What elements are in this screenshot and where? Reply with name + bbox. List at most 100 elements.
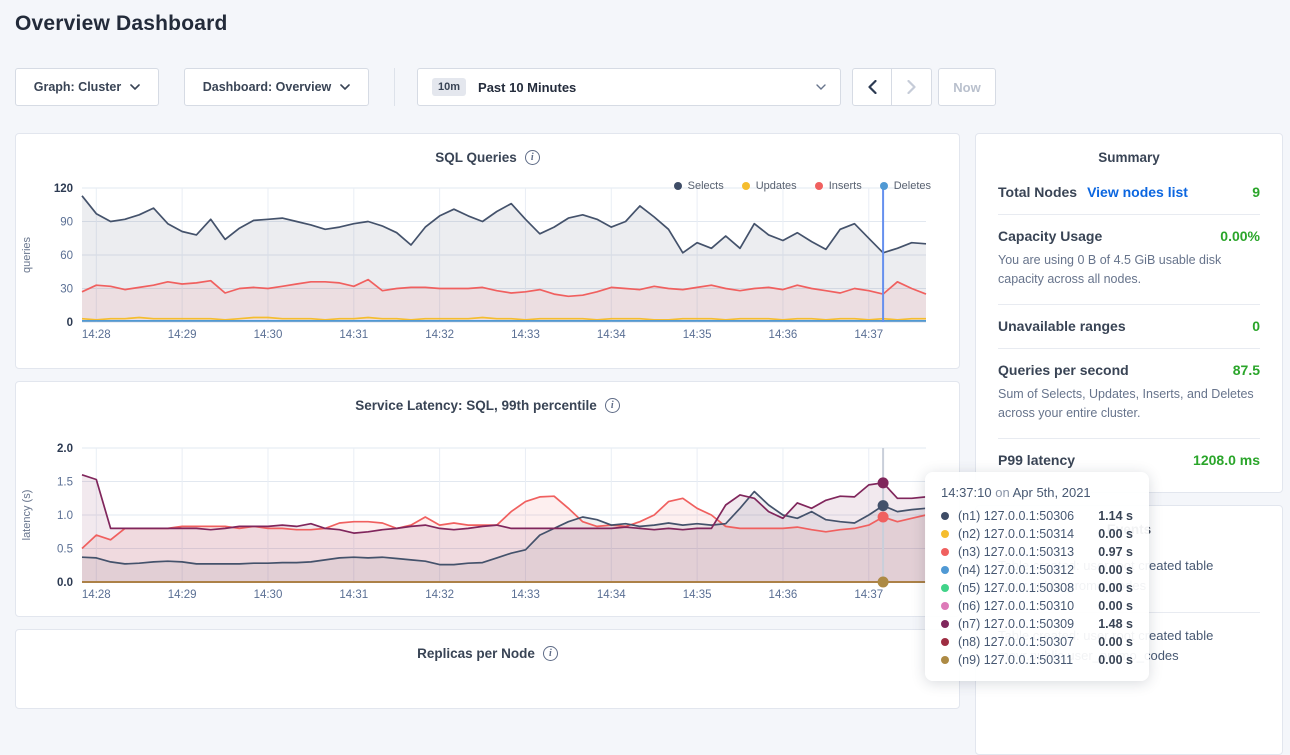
dashboard-dropdown-label: Dashboard: Overview [203, 80, 332, 94]
tooltip-node-label: (n1) 127.0.0.1:50306 [958, 509, 1098, 523]
info-icon[interactable] [525, 150, 540, 165]
time-range-badge: 10m [432, 78, 466, 96]
info-icon[interactable] [543, 646, 558, 661]
legend-label: Inserts [829, 180, 862, 192]
summary-row-description: Sum of Selects, Updates, Inserts, and De… [998, 385, 1260, 424]
legend-item: Deletes [880, 180, 931, 192]
graph-dropdown-label: Graph: Cluster [34, 80, 122, 94]
tooltip-node-value: 0.00 s [1098, 581, 1133, 595]
legend-item: Inserts [815, 180, 862, 192]
chevron-down-icon [340, 84, 350, 90]
service-latency-chart[interactable]: 0.00.51.01.52.014:2814:2914:3014:3114:32… [16, 440, 959, 610]
sql-queries-panel: SQL Queries Selects Updates Inserts Deletes… [15, 133, 960, 369]
chart-tooltip: 14:37:10 on Apr 5th, 2021 (n1) 127.0.0.1… [925, 472, 1149, 681]
summary-row-value: 0 [1252, 318, 1260, 334]
tooltip-node-row: (n2) 127.0.0.1:503140.00 s [941, 525, 1133, 543]
x-axis-tick: 14:30 [254, 329, 283, 341]
x-axis-tick: 14:32 [425, 589, 454, 601]
series-color-dot [941, 548, 949, 556]
graph-dropdown[interactable]: Graph: Cluster [15, 68, 159, 106]
summary-panel: Summary Total NodesView nodes list9Capac… [975, 133, 1283, 493]
hover-point-dot [878, 512, 889, 523]
legend-label: Deletes [894, 180, 931, 192]
toolbar: Graph: Cluster Dashboard: Overview 10m P… [0, 68, 1290, 106]
x-axis-tick: 14:33 [511, 589, 540, 601]
legend-dot [742, 182, 750, 190]
series-color-dot [941, 602, 949, 610]
view-nodes-list-link[interactable]: View nodes list [1087, 184, 1188, 200]
time-range-label: Past 10 Minutes [478, 80, 804, 95]
legend-label: Selects [688, 180, 724, 192]
legend-item: Updates [742, 180, 797, 192]
time-range-picker[interactable]: 10m Past 10 Minutes [417, 68, 841, 106]
time-next-button[interactable] [892, 68, 932, 106]
summary-row-label: Capacity Usage [998, 228, 1102, 244]
tooltip-node-value: 0.97 s [1098, 545, 1133, 559]
now-button[interactable]: Now [938, 68, 996, 106]
tooltip-node-label: (n4) 127.0.0.1:50312 [958, 563, 1098, 577]
service-latency-chart-title: Service Latency: SQL, 99th percentile [355, 398, 597, 413]
dashboard-dropdown[interactable]: Dashboard: Overview [184, 68, 369, 106]
tooltip-node-row: (n3) 127.0.0.1:503130.97 s [941, 543, 1133, 561]
tooltip-node-row: (n4) 127.0.0.1:503120.00 s [941, 561, 1133, 579]
x-axis-tick: 14:36 [769, 589, 798, 601]
y-axis-tick: 0 [67, 317, 73, 329]
page-title: Overview Dashboard [15, 12, 228, 36]
summary-row: Total Nodes View nodes list 9 [998, 171, 1260, 215]
x-axis-tick: 14:35 [683, 329, 712, 341]
tooltip-node-row: (n5) 127.0.0.1:503080.00 s [941, 579, 1133, 597]
legend-label: Updates [756, 180, 797, 192]
tooltip-node-value: 0.00 s [1098, 635, 1133, 649]
summary-row-label: Queries per second [998, 362, 1129, 378]
tooltip-node-row: (n7) 127.0.0.1:503091.48 s [941, 615, 1133, 633]
y-axis-tick: 0.0 [57, 577, 73, 589]
tooltip-node-label: (n8) 127.0.0.1:50307 [958, 635, 1098, 649]
tooltip-node-row: (n8) 127.0.0.1:503070.00 s [941, 633, 1133, 651]
series-color-dot [941, 656, 949, 664]
series-color-dot [941, 638, 949, 646]
y-axis-label: latency (s) [21, 490, 33, 541]
y-axis-tick: 90 [60, 217, 73, 229]
x-axis-tick: 14:37 [854, 589, 883, 601]
y-axis-tick: 1.0 [57, 510, 73, 522]
hover-point-dot [878, 500, 889, 511]
charts-column: SQL Queries Selects Updates Inserts Deletes… [15, 133, 960, 709]
x-axis-tick: 14:33 [511, 329, 540, 341]
tooltip-node-value: 1.14 s [1098, 509, 1133, 523]
tooltip-node-row: (n9) 127.0.0.1:503110.00 s [941, 651, 1133, 669]
legend-dot [815, 182, 823, 190]
legend-dot [880, 182, 888, 190]
tooltip-node-row: (n1) 127.0.0.1:503061.14 s [941, 507, 1133, 525]
summary-row-description: You are using 0 B of 4.5 GiB usable disk… [998, 251, 1260, 290]
summary-row: Unavailable ranges0 [998, 305, 1260, 349]
summary-row-label: Total Nodes [998, 184, 1077, 200]
tooltip-node-value: 1.48 s [1098, 617, 1133, 631]
tooltip-node-label: (n5) 127.0.0.1:50308 [958, 581, 1098, 595]
x-axis-tick: 14:29 [168, 329, 197, 341]
legend-dot [674, 182, 682, 190]
tooltip-node-value: 0.00 s [1098, 527, 1133, 541]
chevron-down-icon [816, 84, 826, 90]
time-prev-button[interactable] [852, 68, 892, 106]
x-axis-tick: 14:36 [769, 329, 798, 341]
x-axis-tick: 14:34 [597, 589, 626, 601]
series-color-dot [941, 530, 949, 538]
sql-queries-chart[interactable]: 030609012014:2814:2914:3014:3114:3214:33… [16, 180, 959, 350]
service-latency-panel: Service Latency: SQL, 99th percentile 0.… [15, 381, 960, 617]
x-axis-tick: 14:28 [82, 589, 111, 601]
sql-queries-legend: Selects Updates Inserts Deletes [674, 180, 931, 192]
chevron-down-icon [130, 84, 140, 90]
y-axis-tick: 0.5 [57, 544, 73, 556]
y-axis-tick: 30 [60, 284, 73, 296]
x-axis-tick: 14:30 [254, 589, 283, 601]
sql-queries-chart-title: SQL Queries [435, 150, 517, 165]
summary-row-value: 1208.0 ms [1193, 452, 1260, 468]
x-axis-tick: 14:29 [168, 589, 197, 601]
summary-row-value: 0.00% [1220, 228, 1260, 244]
tooltip-node-label: (n9) 127.0.0.1:50311 [958, 653, 1098, 667]
x-axis-tick: 14:35 [683, 589, 712, 601]
series-color-dot [941, 584, 949, 592]
info-icon[interactable] [605, 398, 620, 413]
summary-row-value: 9 [1252, 184, 1260, 200]
tooltip-node-label: (n7) 127.0.0.1:50309 [958, 617, 1098, 631]
